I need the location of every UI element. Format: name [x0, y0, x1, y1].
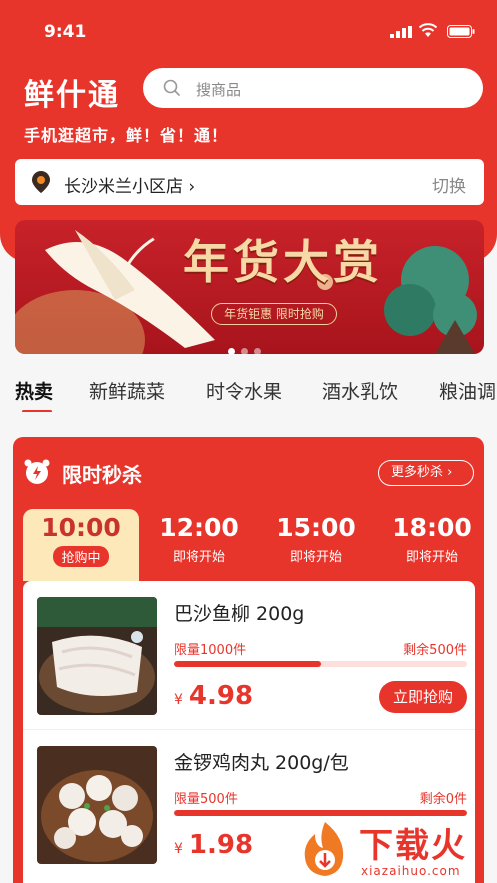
switch-store-button[interactable]: 切换 [432, 172, 466, 197]
category-tabs: 热卖 新鲜蔬菜 时令水果 酒水乳饮 粮油调 [0, 368, 497, 412]
tab-vegetables[interactable]: 新鲜蔬菜 [89, 377, 165, 404]
signal-icon [390, 26, 412, 38]
store-selector[interactable]: 长沙米兰小区店 › 切换 [15, 159, 484, 205]
product-name: 巴沙鱼柳 200g [174, 603, 305, 625]
slot-time: 10:00 [41, 513, 121, 542]
slogan: 手机逛超市，鲜！省！通！ [24, 126, 229, 145]
banner-pagination [228, 340, 267, 354]
product-image-fish-fillet[interactable] [37, 597, 157, 715]
slot-time: 12:00 [159, 513, 239, 542]
more-flash-sale-button[interactable]: 更多秒杀 › [378, 460, 474, 486]
slot-status: 即将开始 [405, 550, 458, 565]
battery-icon [447, 25, 475, 38]
active-tab-underline [22, 410, 52, 412]
wifi-icon [418, 23, 438, 37]
flash-sale-title: 限时秒杀 [62, 463, 142, 487]
slot-time: 15:00 [276, 513, 356, 542]
store-name: 长沙米兰小区店 › [64, 177, 196, 197]
banner-dot[interactable] [241, 348, 248, 354]
status-bar: 9:41 [0, 0, 497, 60]
flame-logo-icon [304, 822, 344, 876]
time-slot-18[interactable]: 18:00 即将开始 [374, 509, 484, 581]
watermark-text: 下载火 [359, 826, 467, 866]
product-remaining: 剩余0件 [419, 792, 467, 807]
promo-banner[interactable]: 年货大赏 年货钜惠 限时抢购 [15, 220, 484, 354]
slot-time: 18:00 [392, 513, 472, 542]
location-pin-icon [32, 171, 50, 193]
buy-now-button[interactable]: 立即抢购 [379, 681, 467, 713]
product-price: ¥1.98 [174, 830, 253, 860]
product-name: 金锣鸡肉丸 200g/包 [174, 752, 349, 774]
product-limit: 限量500件 [174, 792, 238, 807]
currency-symbol: ¥ [174, 692, 183, 708]
slot-status: 即将开始 [172, 550, 225, 565]
banner-subtitle: 年货钜惠 限时抢购 [211, 303, 337, 325]
search-bar[interactable]: 搜商品 [143, 68, 483, 108]
banner-dot[interactable] [254, 348, 261, 354]
time-slot-15[interactable]: 15:00 即将开始 [258, 509, 374, 581]
slot-status: 即将开始 [289, 550, 342, 565]
banner-dot[interactable] [228, 348, 235, 354]
banner-title: 年货大赏 [183, 235, 383, 289]
price-value: 4.98 [188, 681, 254, 711]
meatballs-image [37, 746, 157, 864]
product-limit: 限量1000件 [174, 643, 247, 658]
currency-symbol: ¥ [174, 841, 183, 857]
product-image-meatballs[interactable] [37, 746, 157, 864]
product-card[interactable]: 巴沙鱼柳 200g 限量1000件 剩余500件 ¥4.98 立即抢购 [23, 581, 475, 730]
watermark: 下载火 xiazaihuo.com [295, 816, 495, 883]
stock-progress-bar [174, 661, 467, 667]
tab-fruits[interactable]: 时令水果 [206, 377, 282, 404]
product-remaining: 剩余500件 [403, 643, 467, 658]
alarm-clock-icon [24, 459, 50, 484]
time-slot-10[interactable]: 10:00 抢购中 [23, 509, 139, 581]
watermark-url: xiazaihuo.com [361, 864, 461, 878]
search-icon [163, 79, 181, 97]
stock-progress-fill [174, 661, 321, 667]
tab-drinks[interactable]: 酒水乳饮 [322, 377, 398, 404]
tab-grain-oil[interactable]: 粮油调 [439, 377, 496, 404]
fish-fillet-image [37, 597, 157, 715]
time-slot-12[interactable]: 12:00 即将开始 [141, 509, 257, 581]
search-placeholder: 搜商品 [196, 81, 242, 99]
price-value: 1.98 [188, 830, 254, 860]
status-time: 9:41 [44, 22, 87, 42]
app-logo: 鲜什通 [24, 78, 120, 113]
tab-hot[interactable]: 热卖 [15, 377, 53, 404]
slot-status: 抢购中 [53, 546, 109, 567]
product-price: ¥4.98 [174, 681, 253, 711]
